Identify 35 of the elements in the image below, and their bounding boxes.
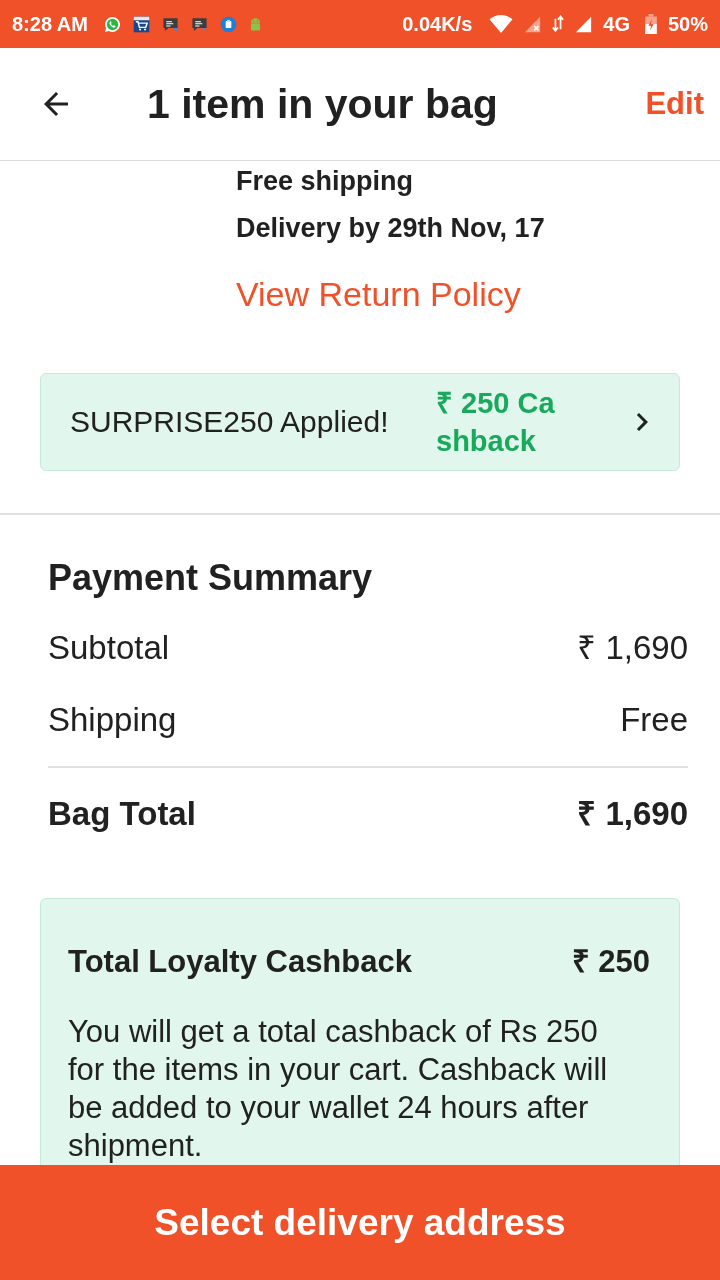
clipboard-icon xyxy=(219,15,237,33)
shipping-text: Free shipping xyxy=(236,165,414,198)
summary-label: Subtotal xyxy=(48,628,170,668)
cashback-title: Total Loyalty Cashback xyxy=(68,943,412,981)
cashback-total: ₹ 250 xyxy=(571,943,650,981)
summary-value: Free xyxy=(620,700,688,740)
coupon-banner[interactable]: SURPRISE250 Applied! ₹ 250 Cashback xyxy=(40,373,680,471)
total-value: ₹ 1,690 xyxy=(577,794,688,834)
data-arrows-icon xyxy=(552,15,565,33)
chevron-right-icon xyxy=(636,413,648,431)
summary-label: Shipping xyxy=(48,700,177,740)
signal-icon xyxy=(575,15,593,33)
edit-button[interactable]: Edit xyxy=(645,86,704,122)
chat-bubble-phone-icon xyxy=(103,15,121,33)
network-type: 4G xyxy=(603,12,630,36)
return-policy-link[interactable]: View Return Policy xyxy=(236,274,521,314)
delivery-date-text: Delivery by 29th Nov, 17 xyxy=(236,212,545,245)
select-address-button[interactable]: Select delivery address xyxy=(0,1165,720,1280)
android-icon xyxy=(248,16,262,32)
cart-icon xyxy=(132,15,150,33)
network-speed: 0.04K/s xyxy=(402,12,473,36)
status-time: 8:28 AM xyxy=(12,12,88,36)
message-icon xyxy=(190,15,208,33)
total-label: Bag Total xyxy=(48,794,196,834)
message-icon xyxy=(161,15,179,33)
cashback-amount: ₹ 250 Cashback xyxy=(436,386,556,459)
battery-charging-icon xyxy=(644,14,657,34)
page-title: 1 item in your bag xyxy=(147,80,498,128)
coupon-applied-text: SURPRISE250 Applied! xyxy=(70,405,389,439)
no-signal-icon xyxy=(524,15,542,33)
battery-percent: 50% xyxy=(667,12,708,36)
section-title: Payment Summary xyxy=(48,556,373,600)
wifi-icon xyxy=(489,14,514,34)
cashback-description: You will get a total cashback of Rs 250 for the items in your cart. Cashback will be added to your wallet 24 hours after shipment. xyxy=(68,1013,609,1165)
summary-value: ₹ 1,690 xyxy=(577,628,688,668)
